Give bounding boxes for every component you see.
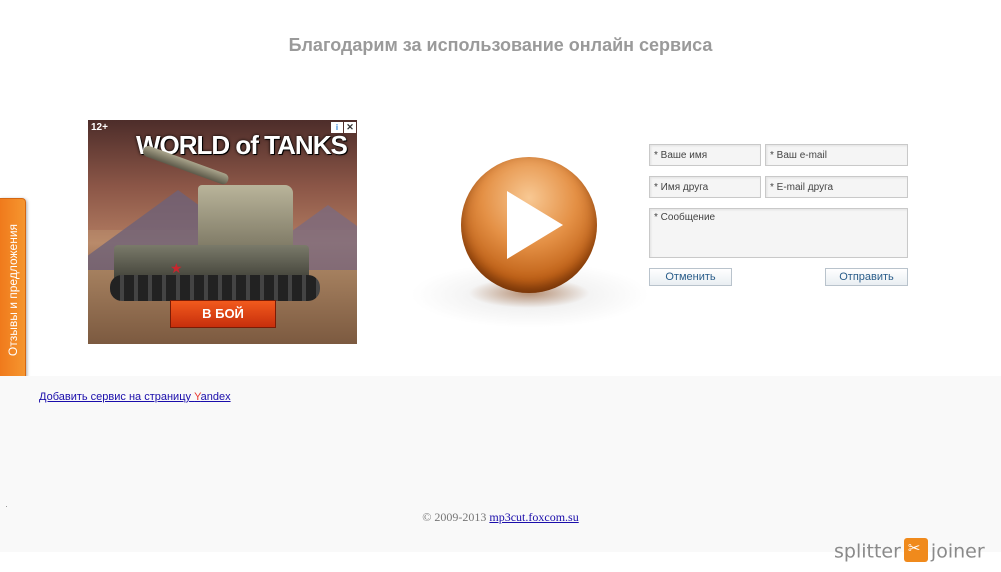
- copyright: © 2009-2013 mp3cut.foxcom.su: [0, 510, 1001, 525]
- friend-email-input[interactable]: [765, 176, 908, 198]
- site-link[interactable]: mp3cut.foxcom.su: [489, 510, 578, 524]
- scissors-icon: [903, 538, 928, 562]
- divider-dot: [6, 506, 7, 507]
- watermark-right: joiner: [930, 540, 985, 563]
- feedback-tab-label: Отзывы и предложения: [6, 223, 20, 357]
- cancel-button[interactable]: Отменить: [649, 268, 732, 286]
- yandex-link-prefix: Добавить сервис на страницу: [39, 391, 195, 403]
- friend-name-input[interactable]: [649, 176, 761, 198]
- tank-track: [110, 275, 320, 301]
- feedback-tab[interactable]: Отзывы и предложения: [0, 198, 26, 380]
- ad-banner[interactable]: 12+ i ✕ WORLD of TANKS ★ В БОЙ: [88, 120, 357, 344]
- send-button[interactable]: Отправить: [825, 268, 908, 286]
- watermark-left: splitter: [834, 540, 901, 563]
- email-input[interactable]: [765, 144, 908, 166]
- yandex-link-rest: andex: [200, 391, 231, 403]
- watermark-logo: splitter joiner: [834, 538, 985, 564]
- page-title: Благодарим за использование онлайн серви…: [288, 35, 713, 55]
- message-input[interactable]: [649, 208, 908, 258]
- name-input[interactable]: [649, 144, 761, 166]
- play-icon: [507, 191, 563, 259]
- copyright-text: © 2009-2013: [422, 510, 490, 524]
- play-button[interactable]: [461, 157, 597, 293]
- tank-turret: [198, 185, 293, 250]
- star-icon: ★: [170, 260, 183, 276]
- ad-cta-button[interactable]: В БОЙ: [170, 300, 276, 328]
- ad-age-rating: 12+: [91, 122, 108, 133]
- add-to-yandex-link[interactable]: Добавить сервис на страницу Yandex: [39, 391, 231, 403]
